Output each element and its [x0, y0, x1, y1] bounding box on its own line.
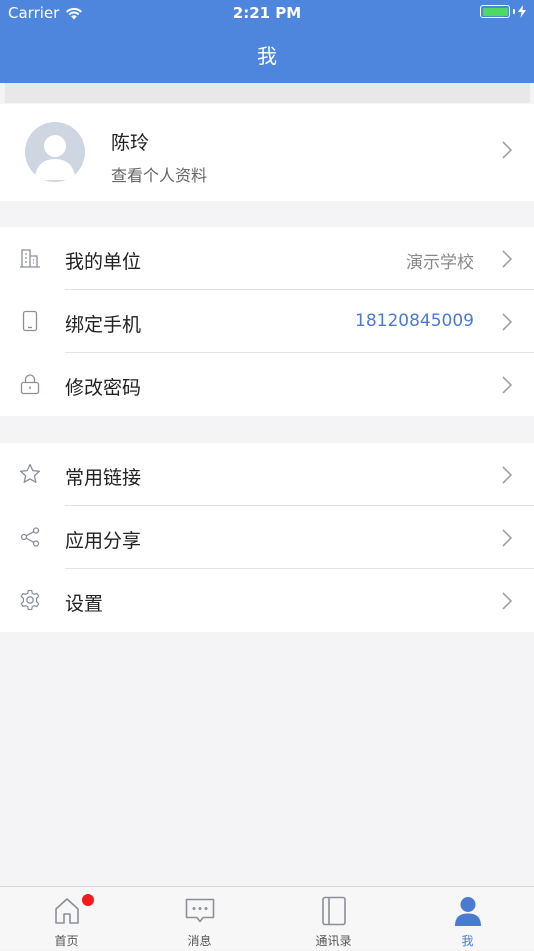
chevron-right-icon	[502, 592, 513, 610]
row-label: 应用分享	[65, 530, 142, 552]
avatar	[25, 122, 85, 182]
row-label: 修改密码	[65, 377, 142, 399]
chevron-right-icon	[502, 250, 513, 268]
tab-contacts[interactable]: 通讯录	[267, 887, 400, 951]
row-bind-phone[interactable]: 绑定手机 18120845009	[0, 290, 534, 353]
chevron-right-icon	[502, 529, 513, 547]
row-label: 绑定手机	[65, 314, 142, 336]
page-title: 我	[257, 44, 277, 68]
profile-subtitle: 查看个人资料	[111, 166, 208, 185]
divider	[5, 83, 530, 103]
profile-name: 陈玲	[111, 132, 150, 154]
row-settings[interactable]: 设置	[0, 569, 534, 632]
tab-label: 首页	[54, 934, 79, 948]
status-bar: Carrier 2:21 PM	[0, 0, 534, 28]
tab-label: 消息	[187, 934, 212, 948]
row-my-unit[interactable]: 我的单位 演示学校	[0, 227, 534, 290]
tab-home[interactable]: 首页	[0, 887, 133, 951]
gear-icon	[20, 589, 40, 611]
tab-label: 通讯录	[315, 934, 352, 948]
notification-badge	[82, 894, 94, 906]
home-icon	[54, 898, 79, 924]
phone-value: 18120845009	[355, 311, 474, 331]
chevron-right-icon	[502, 376, 513, 394]
battery-icon	[480, 5, 510, 18]
account-settings-group: 我的单位 演示学校 绑定手机 18120845009 修改密码	[0, 227, 534, 416]
chevron-right-icon	[502, 313, 513, 331]
message-icon	[185, 898, 214, 923]
contacts-icon	[321, 896, 346, 926]
row-label: 常用链接	[65, 467, 142, 489]
person-icon	[454, 897, 481, 926]
default-avatar-icon	[35, 135, 75, 180]
profile-card[interactable]: 陈玲 查看个人资料	[0, 104, 534, 201]
row-common-links[interactable]: 常用链接	[0, 443, 534, 506]
tab-messages[interactable]: 消息	[133, 887, 266, 951]
unit-value: 演示学校	[406, 253, 474, 273]
charging-icon	[518, 5, 526, 18]
star-icon	[19, 463, 41, 483]
chevron-right-icon	[502, 466, 513, 484]
chevron-right-icon	[502, 141, 513, 159]
row-label: 设置	[65, 593, 104, 615]
tab-label: 我	[461, 934, 474, 948]
status-time: 2:21 PM	[232, 4, 302, 22]
tab-me[interactable]: 我	[401, 887, 534, 951]
nav-bar: 我	[0, 28, 534, 83]
battery-indicator	[480, 5, 526, 18]
row-label: 我的单位	[65, 251, 142, 273]
building-icon	[20, 249, 40, 268]
tab-bar: 首页 消息 通讯录 我	[0, 886, 534, 950]
row-change-password[interactable]: 修改密码	[0, 353, 534, 416]
misc-settings-group: 常用链接 应用分享 设置	[0, 443, 534, 632]
phone-icon	[22, 310, 38, 332]
lock-icon	[20, 374, 40, 395]
row-app-share[interactable]: 应用分享	[0, 506, 534, 569]
share-icon	[20, 527, 40, 547]
